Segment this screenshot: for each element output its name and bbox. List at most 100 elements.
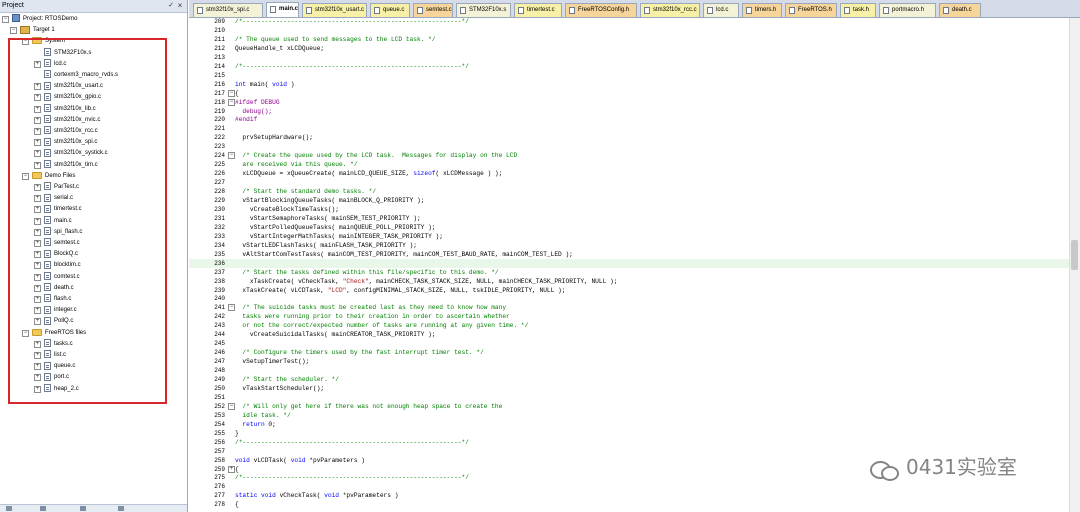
fold-collapse-icon[interactable]: − <box>228 98 235 106</box>
editor-tab[interactable]: stm32f10x_rcc.c <box>640 3 700 17</box>
code-line[interactable]: 235 vAltStartComTestTasks( mainCOM_TEST_… <box>189 250 1069 259</box>
code-line[interactable]: 220 #endif <box>189 115 1069 124</box>
editor-tab[interactable]: FreeRTOS.h <box>785 3 837 17</box>
code-line[interactable]: 219 debug(); <box>189 107 1069 116</box>
editor-tab[interactable]: timertest.c <box>514 3 562 17</box>
code-token: are received via this queue. */ <box>235 161 358 169</box>
code-line[interactable]: 248 <box>189 366 1069 375</box>
code-line[interactable]: 238 xTaskCreate( vCheckTask, "Check", ma… <box>189 277 1069 286</box>
line-number: 254 <box>214 420 225 428</box>
code-line[interactable]: 217−{ <box>189 89 1069 98</box>
code-line[interactable]: 244 vCreateSuicidalTasks( mainCREATOR_TA… <box>189 330 1069 339</box>
close-icon[interactable]: × <box>175 1 185 11</box>
code-token: sizeof <box>413 170 436 178</box>
code-line[interactable]: 240 <box>189 294 1069 303</box>
code-line[interactable]: 253 idle task. */ <box>189 411 1069 420</box>
editor-tab[interactable]: death.c <box>939 3 981 17</box>
code-token: /* The queue used to send messages to th… <box>235 35 436 43</box>
code-line[interactable]: 222 prvSetupHardware(); <box>189 133 1069 142</box>
editor-tab[interactable]: main.c <box>266 2 299 17</box>
code-line[interactable]: 245 <box>189 339 1069 348</box>
code-line[interactable]: 210 <box>189 26 1069 35</box>
fold-expand-icon[interactable]: + <box>228 465 235 473</box>
code-line[interactable]: 278 { <box>189 500 1069 509</box>
code-line[interactable]: 218− #ifdef DEBUG <box>189 98 1069 107</box>
fold-collapse-icon[interactable]: − <box>228 152 235 160</box>
editor-tab[interactable]: portmacro.h <box>879 3 936 17</box>
code-line[interactable]: 233 vStartIntegerMathTasks( mainINTEGER_… <box>189 232 1069 241</box>
editor-tab[interactable]: STM32F10x.s <box>456 3 511 17</box>
editor-tab-label: queue.c <box>383 7 405 13</box>
code-line[interactable]: 255} <box>189 429 1069 438</box>
code-text: xTaskCreate( vCheckTask, "Check", mainCH… <box>235 277 618 286</box>
code-line[interactable]: 221 <box>189 124 1069 133</box>
code-line[interactable]: 227 <box>189 178 1069 187</box>
code-line[interactable]: 251 <box>189 393 1069 402</box>
editor-tab[interactable]: semtest.c <box>413 3 453 17</box>
fold-collapse-icon[interactable]: − <box>228 304 235 312</box>
code-line[interactable]: 211 /* The queue used to send messages to… <box>189 35 1069 44</box>
code-line[interactable]: 214 /*-----------------------------------… <box>189 62 1069 71</box>
fold-collapse-icon[interactable]: − <box>228 402 235 410</box>
editor-tab-label: timers.h <box>755 7 777 13</box>
code-line[interactable]: 212 QueueHandle_t xLCDQueue; <box>189 44 1069 53</box>
code-line[interactable]: 229 vStartBlockingQueueTasks( mainBLOCK_… <box>189 196 1069 205</box>
code-token: or not the correct/expected number of ta… <box>235 322 529 330</box>
code-token: vStartBlockingQueueTasks( mainBLOCK_Q_PR… <box>235 197 425 204</box>
line-number: 278 <box>214 501 225 509</box>
code-line[interactable]: 249 /* Start the scheduler. */ <box>189 375 1069 384</box>
code-line[interactable]: 241− /* The suicide tasks must be create… <box>189 303 1069 312</box>
code-line[interactable]: 209 /*-----------------------------------… <box>189 18 1069 26</box>
watermark-text: 0431实验室 <box>906 455 1017 479</box>
line-number: 212 <box>214 44 225 52</box>
code-line[interactable]: 242 tasks were running prior to their cr… <box>189 312 1069 321</box>
code-line[interactable]: 216 int main( void ) <box>189 80 1069 89</box>
code-token: void <box>235 456 250 464</box>
code-line[interactable]: 232 vStartPolledQueueTasks( mainQUEUE_PO… <box>189 223 1069 232</box>
fold-collapse-icon[interactable]: − <box>228 89 235 97</box>
collapse-icon[interactable]: − <box>10 27 17 35</box>
scrollbar-thumb[interactable] <box>1071 240 1078 270</box>
editor-tab[interactable]: stm32f10x_usart.c <box>302 3 367 17</box>
code-line[interactable]: 225 are received via this queue. */ <box>189 160 1069 169</box>
code-line[interactable]: 228 /* Start the standard demo tasks. */ <box>189 187 1069 196</box>
code-line[interactable]: 239 xTaskCreate( vLCDTask, "LCD", config… <box>189 286 1069 295</box>
panel-bottom-tabs[interactable] <box>0 504 187 512</box>
code-line[interactable]: 215 <box>189 71 1069 80</box>
editor-tab[interactable]: task.h <box>840 3 876 17</box>
editor-tab[interactable]: queue.c <box>370 3 410 17</box>
editor-tab[interactable]: FreeRTOSConfig.h <box>565 3 637 17</box>
code-text: vCreateSuicidalTasks( mainCREATOR_TASK_P… <box>235 330 436 339</box>
editor-tab[interactable]: timers.h <box>742 3 782 17</box>
code-line[interactable]: 276 <box>189 482 1069 491</box>
editor-tab[interactable]: lcd.c <box>703 3 739 17</box>
code-line[interactable]: 226 xLCDQueue = xQueueCreate( mainLCD_QU… <box>189 169 1069 178</box>
code-line[interactable]: 224− /* Create the queue used by the LCD… <box>189 151 1069 160</box>
line-number: 230 <box>214 205 225 213</box>
code-line[interactable]: 236 <box>189 258 1069 268</box>
code-line[interactable]: 277 static void vCheckTask( void *pvParam… <box>189 491 1069 500</box>
collapse-icon[interactable]: − <box>2 16 9 23</box>
code-line[interactable]: 246 /* Configure the timers used by the … <box>189 348 1069 357</box>
code-line[interactable]: 254 return 0; <box>189 420 1069 429</box>
code-line[interactable]: 231 vStartSemaphoreTasks( mainSEM_TEST_P… <box>189 214 1069 223</box>
code-line[interactable]: 213 <box>189 53 1069 62</box>
code-line[interactable]: 223 <box>189 142 1069 151</box>
code-line[interactable]: 234 vStartLEDFlashTasks( mainFLASH_TASK_… <box>189 241 1069 250</box>
code-line[interactable]: 243 or not the correct/expected number o… <box>189 321 1069 330</box>
pin-icon[interactable]: ✓ <box>168 2 174 10</box>
code-line[interactable]: 250 vTaskStartScheduler(); <box>189 384 1069 393</box>
code-line[interactable]: 256 /*-----------------------------------… <box>189 438 1069 447</box>
code-text: /*--------------------------------------… <box>235 62 469 71</box>
code-line[interactable]: 230 vCreateBlockTimeTasks(); <box>189 205 1069 214</box>
code-line[interactable]: 247 vSetupTimerTest(); <box>189 357 1069 366</box>
file-icon <box>943 7 949 14</box>
editor-tab[interactable]: stm32f10x_spi.c <box>193 3 263 17</box>
code-line[interactable]: 252− /* Will only get here if there was … <box>189 402 1069 411</box>
code-editor[interactable]: 209 /*-----------------------------------… <box>189 18 1069 512</box>
code-text: { <box>235 465 239 474</box>
code-text: vStartLEDFlashTasks( mainFLASH_TASK_PRIO… <box>235 241 417 250</box>
code-line[interactable]: 237 /* Start the tasks defined within th… <box>189 268 1069 277</box>
line-number: 251 <box>214 393 225 401</box>
line-number: 226 <box>214 170 225 178</box>
